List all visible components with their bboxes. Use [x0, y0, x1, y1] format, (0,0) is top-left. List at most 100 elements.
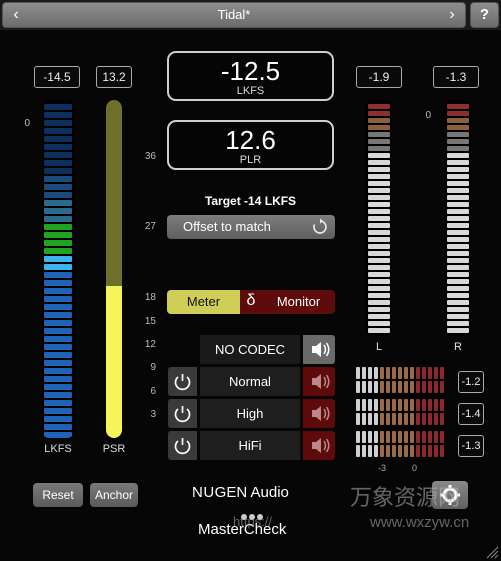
peak-meter-segment — [447, 160, 469, 165]
lkfs-meter-segment — [44, 224, 72, 230]
lkfs-meter-segment — [44, 200, 72, 206]
codec-peak-readout-normal[interactable]: -1.2 — [458, 371, 484, 393]
codec-row-high[interactable]: High — [168, 399, 335, 428]
peak-meter-segment — [447, 307, 469, 312]
codec-label[interactable]: NO CODEC — [200, 335, 300, 364]
codec-meter-segment — [428, 445, 432, 457]
codec-meter-segment — [380, 367, 384, 379]
codec-meter-segment — [374, 399, 378, 411]
peak-meter-segment — [447, 181, 469, 186]
peak-meter-segment — [368, 272, 390, 277]
lkfs-meter-segment — [44, 128, 72, 134]
codec-listen-button[interactable] — [303, 335, 335, 364]
codec-meter-segment — [428, 381, 432, 393]
codec-meter-segment — [434, 367, 438, 379]
peak-meter-segment — [447, 230, 469, 235]
peak-meter-segment — [368, 328, 390, 333]
codec-meter-segment — [368, 399, 372, 411]
codec-meter-segment — [392, 367, 396, 379]
lkfs-meter-segment — [44, 320, 72, 326]
codec-meter-segment — [404, 367, 408, 379]
power-icon — [174, 374, 191, 391]
watermark-prefix: https:// — [233, 514, 273, 529]
codec-meter-segment — [440, 445, 444, 457]
lkfs-meter-segment — [44, 368, 72, 374]
monitor-mode-button[interactable]: Monitor — [262, 290, 335, 314]
lkfs-meter-segment — [44, 384, 72, 390]
peak-meter-segment — [368, 230, 390, 235]
codec-meter-segment — [386, 381, 390, 393]
lkfs-meter-segment — [44, 336, 72, 342]
right-channel-label: R — [454, 341, 462, 353]
peak-meter-segment — [368, 181, 390, 186]
codec-meter-segment — [380, 431, 384, 443]
peak-meter-segment — [368, 293, 390, 298]
codec-row-no-codec[interactable]: NO CODEC — [168, 335, 335, 364]
peak-meter-segment — [368, 244, 390, 249]
lkfs-meter-segment — [44, 216, 72, 222]
delta-mode-button[interactable]: δ — [240, 290, 262, 314]
codec-meter-segment — [416, 399, 420, 411]
right-channel-meter — [445, 100, 471, 336]
lkfs-peak-readout[interactable]: -14.5 — [34, 66, 80, 88]
peak-meter-segment — [368, 160, 390, 165]
codec-row-hifi[interactable]: HiFi — [168, 431, 335, 460]
lkfs-meter-segment — [44, 144, 72, 150]
codec-meter-segment — [386, 445, 390, 457]
peak-meter-segment — [447, 279, 469, 284]
codec-meter-segment — [362, 445, 366, 457]
codec-power-button[interactable] — [168, 367, 197, 396]
codec-meter-segment — [440, 431, 444, 443]
offset-to-match-button[interactable]: Offset to match — [167, 215, 335, 239]
codec-meter-segment — [428, 399, 432, 411]
codec-meter-segment — [398, 367, 402, 379]
lkfs-meter — [42, 100, 74, 438]
codec-meter-segment — [356, 381, 360, 393]
codec-meter-segment — [416, 367, 420, 379]
codec-label[interactable]: High — [200, 399, 300, 428]
reset-button[interactable]: Reset — [33, 483, 83, 507]
loudness-readout[interactable]: -12.5 LKFS — [167, 51, 334, 101]
peak-meter-segment — [447, 195, 469, 200]
codec-label[interactable]: Normal — [200, 367, 300, 396]
codec-peak-readout-hifi[interactable]: -1.3 — [458, 435, 484, 457]
chevron-right-icon[interactable]: › — [441, 3, 463, 27]
psr-scale-15: 15 — [144, 316, 156, 327]
right-peak-readout[interactable]: -1.3 — [433, 66, 479, 88]
codec-meter-segment — [356, 367, 360, 379]
codec-row-normal[interactable]: Normal — [168, 367, 335, 396]
preset-selector[interactable]: ‹ Tidal* › — [2, 2, 466, 28]
speaker-icon — [312, 406, 330, 421]
power-icon — [174, 406, 191, 423]
codec-meter-segment — [392, 413, 396, 425]
help-button[interactable]: ? — [470, 2, 499, 28]
plr-readout[interactable]: 12.6 PLR — [167, 120, 334, 170]
lkfs-meter-segment — [44, 192, 72, 198]
codec-listen-button[interactable] — [303, 399, 335, 428]
meter-monitor-toggle[interactable]: Meter δ Monitor — [167, 290, 335, 314]
meter-mode-button[interactable]: Meter — [167, 290, 240, 314]
preset-name[interactable]: Tidal* — [33, 3, 435, 27]
lkfs-meter-segment — [44, 232, 72, 238]
anchor-button[interactable]: Anchor — [90, 483, 138, 507]
codec-meter-segment — [380, 381, 384, 393]
peak-meter-segment — [447, 202, 469, 207]
codec-power-button[interactable] — [168, 399, 197, 428]
psr-readout[interactable]: 13.2 — [96, 66, 132, 88]
chevron-left-icon[interactable]: ‹ — [5, 3, 27, 27]
peak-meter-segment — [447, 300, 469, 305]
codec-listen-button[interactable] — [303, 367, 335, 396]
codec-peak-readout-high[interactable]: -1.4 — [458, 403, 484, 425]
codec-meter-segment — [398, 445, 402, 457]
codec-power-button[interactable] — [168, 431, 197, 460]
codec-label[interactable]: HiFi — [200, 431, 300, 460]
resize-grip-icon[interactable] — [485, 545, 499, 559]
loudness-value: -12.5 — [220, 56, 281, 86]
codec-meter-segment — [416, 381, 420, 393]
peak-meter-segment — [368, 174, 390, 179]
codec-listen-button[interactable] — [303, 431, 335, 460]
psr-scale-6: 6 — [150, 386, 156, 397]
codec-meter-segment — [374, 367, 378, 379]
left-peak-readout[interactable]: -1.9 — [356, 66, 402, 88]
peak-meter-segment — [368, 111, 390, 116]
